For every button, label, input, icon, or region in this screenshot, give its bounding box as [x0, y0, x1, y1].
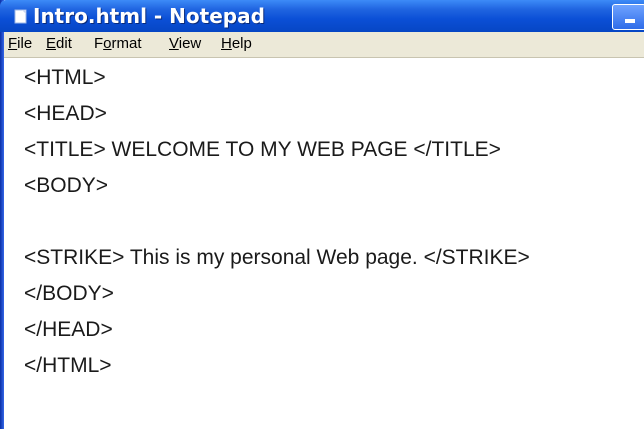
code-line: </BODY> — [24, 282, 114, 305]
window-title: Intro.html - Notepad — [33, 4, 265, 28]
menu-bar: File Edit Format View Help — [4, 32, 644, 58]
code-line: </HEAD> — [24, 318, 113, 341]
code-line: </HTML> — [24, 354, 112, 377]
code-line: <STRIKE> This is my personal Web page. <… — [24, 246, 530, 269]
menu-format[interactable]: Format — [94, 35, 142, 52]
menu-help[interactable]: Help — [221, 35, 252, 52]
code-line: <HEAD> — [24, 102, 107, 125]
menu-edit[interactable]: Edit — [46, 35, 72, 52]
text-editor[interactable]: <HTML> <HEAD> <TITLE> WELCOME TO MY WEB … — [4, 58, 644, 429]
menu-view[interactable]: View — [169, 35, 201, 52]
menu-file[interactable]: File — [8, 35, 32, 52]
notepad-icon — [14, 9, 27, 24]
notepad-window: Intro.html - Notepad File Edit Format Vi… — [0, 0, 644, 429]
minimize-button[interactable] — [612, 4, 644, 30]
minimize-icon — [625, 19, 635, 23]
code-line: <BODY> — [24, 174, 109, 197]
code-line: <TITLE> WELCOME TO MY WEB PAGE </TITLE> — [24, 138, 501, 161]
title-bar[interactable]: Intro.html - Notepad — [0, 0, 644, 32]
code-line: <HTML> — [24, 66, 106, 89]
